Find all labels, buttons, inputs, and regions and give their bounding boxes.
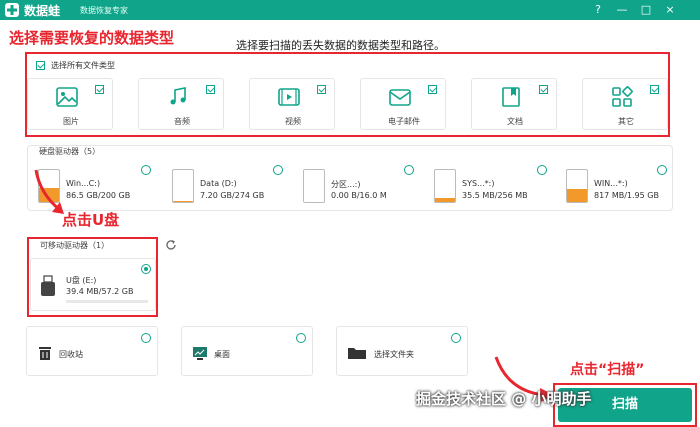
recycle-bin-icon (39, 347, 51, 360)
usb-drive-card[interactable]: U盘 (E:) 39.4 MB/57.2 GB (30, 258, 156, 311)
drive-d[interactable]: Data (D:) 7.20 GB/274 GB (172, 169, 292, 205)
location-label: 选择文件夹 (374, 350, 414, 359)
drive-icon (303, 169, 325, 203)
app-name: 数据蛙 (24, 4, 61, 18)
type-card-video[interactable]: 视频 (249, 78, 335, 130)
drive-radio[interactable] (404, 165, 414, 175)
drive-size: 817 MB/1.95 GB (594, 191, 659, 200)
type-card-images[interactable]: 图片 (27, 78, 113, 130)
select-all-checkbox[interactable] (36, 61, 45, 70)
drive-radio[interactable] (273, 165, 283, 175)
help-icon[interactable]: ? (590, 2, 606, 18)
drive-size: 0.00 B/16.0 M (331, 191, 387, 200)
select-all-types[interactable]: 选择所有文件类型 (36, 60, 115, 71)
close-button[interactable]: × (662, 2, 678, 18)
maximize-button[interactable]: □ (638, 2, 654, 18)
location-choose-folder[interactable]: 选择文件夹 (336, 326, 468, 376)
type-card-documents[interactable]: 文档 (471, 78, 557, 130)
minimize-button[interactable]: — (614, 2, 630, 18)
location-radio[interactable] (451, 333, 461, 343)
drive-size: 7.20 GB/274 GB (200, 191, 265, 200)
type-checkbox[interactable] (539, 85, 548, 94)
type-checkbox[interactable] (428, 85, 437, 94)
watermark: 掘金技术社区 @ 小明助手 (416, 390, 592, 408)
drive-icon (172, 169, 194, 203)
type-card-other[interactable]: 其它 (582, 78, 668, 130)
drive-name: Data (D:) (200, 179, 237, 188)
image-icon (56, 87, 78, 107)
type-label: 其它 (618, 117, 634, 126)
drive-win[interactable]: WIN...*:) 817 MB/1.95 GB (566, 169, 686, 205)
location-radio[interactable] (141, 333, 151, 343)
type-card-audio[interactable]: 音频 (138, 78, 224, 130)
annotation-select-types: 选择需要恢复的数据类型 (9, 29, 175, 47)
usb-drive-icon (41, 275, 55, 296)
removable-title: 可移动驱动器（1） (40, 241, 110, 250)
app-logo-icon (5, 3, 19, 17)
annotation-click-scan: 点击“扫描” (570, 362, 645, 378)
type-checkbox[interactable] (650, 85, 659, 94)
drive-radio[interactable] (141, 165, 151, 175)
drive-icon (566, 169, 588, 203)
usb-drive-size: 39.4 MB/57.2 GB (66, 287, 134, 296)
type-card-email[interactable]: 电子邮件 (360, 78, 446, 130)
location-label: 桌面 (214, 350, 230, 359)
drive-name: WIN...*:) (594, 179, 628, 188)
annotation-box-file-types (25, 52, 670, 137)
document-icon (502, 87, 520, 107)
folder-icon (348, 348, 366, 359)
refresh-icon[interactable] (165, 239, 177, 251)
email-icon (389, 89, 411, 106)
drive-size: 35.5 MB/256 MB (462, 191, 528, 200)
location-label: 回收站 (59, 350, 83, 359)
location-desktop[interactable]: 桌面 (181, 326, 313, 376)
drive-name: Win...C:) (66, 179, 101, 188)
type-checkbox[interactable] (206, 85, 215, 94)
drive-radio[interactable] (537, 165, 547, 175)
music-icon (170, 87, 186, 105)
desktop-icon (193, 347, 207, 360)
select-all-label: 选择所有文件类型 (51, 61, 115, 70)
drive-name: 分区...:) (331, 180, 361, 189)
type-label: 音频 (174, 117, 190, 126)
usb-drive-radio[interactable] (141, 264, 151, 274)
location-recycle-bin[interactable]: 回收站 (26, 326, 158, 376)
annotation-click-usb: 点击U盘 (62, 211, 120, 229)
drive-name: SYS...*:) (462, 179, 495, 188)
instruction-text: 选择要扫描的丢失数据的数据类型和路径。 (236, 39, 445, 52)
type-label: 视频 (285, 117, 301, 126)
drive-radio[interactable] (657, 165, 667, 175)
hard-drives-title: 硬盘驱动器（5） (39, 147, 101, 156)
usb-drive-name: U盘 (E:) (66, 276, 97, 285)
drive-icon (434, 169, 456, 203)
type-label: 电子邮件 (388, 117, 420, 126)
type-checkbox[interactable] (317, 85, 326, 94)
title-bar: 数据蛙 数据恢复专家 ? — □ × (0, 0, 700, 20)
drive-size: 86.5 GB/200 GB (66, 191, 131, 200)
drive-partition[interactable]: 分区...:) 0.00 B/16.0 M (303, 169, 423, 205)
video-icon (278, 88, 300, 106)
type-checkbox[interactable] (95, 85, 104, 94)
usb-usage-bar (66, 300, 148, 303)
location-radio[interactable] (296, 333, 306, 343)
other-icon (612, 86, 633, 107)
type-label: 图片 (63, 117, 79, 126)
app-subtitle: 数据恢复专家 (80, 6, 128, 15)
drive-sys[interactable]: SYS...*:) 35.5 MB/256 MB (434, 169, 554, 205)
type-label: 文档 (507, 117, 523, 126)
